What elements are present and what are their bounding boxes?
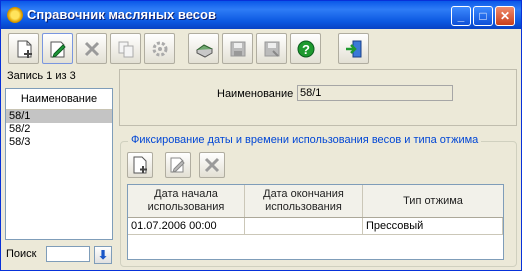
close-button[interactable]: ✕: [495, 6, 515, 26]
list-item[interactable]: 58/1: [6, 110, 112, 123]
print-button[interactable]: [188, 33, 219, 64]
search-input[interactable]: [46, 246, 90, 262]
copy-icon: [118, 41, 134, 58]
new-document-icon: [133, 156, 147, 174]
settings-button[interactable]: [144, 33, 175, 64]
usage-table: Дата начала использования Дата окончания…: [127, 184, 504, 260]
record-status: Запись 1 из 3: [7, 70, 76, 82]
copy-button[interactable]: [110, 33, 141, 64]
edit-icon: [50, 41, 66, 58]
toolbar: ?: [4, 32, 518, 66]
table-cell-start-date[interactable]: 01.07.2006 00:00: [128, 218, 245, 235]
list-header: Наименование: [6, 89, 112, 110]
new-document-icon: [17, 40, 32, 58]
edit-button[interactable]: [42, 33, 73, 64]
save-icon: [230, 41, 246, 57]
delete-icon: [204, 157, 220, 173]
window-title: Справочник масляных весов: [27, 7, 216, 22]
save-all-icon: [264, 41, 280, 57]
search-label: Поиск: [6, 248, 37, 260]
add-usage-button[interactable]: [127, 152, 153, 178]
delete-icon: [84, 41, 100, 57]
column-header-start-date[interactable]: Дата начала использования: [128, 185, 245, 217]
search-down-button[interactable]: ⬇: [94, 246, 112, 264]
svg-text:?: ?: [302, 42, 310, 57]
exit-button[interactable]: [338, 33, 369, 64]
minimize-button[interactable]: _: [451, 6, 471, 26]
save-button[interactable]: [222, 33, 253, 64]
sunflower-app-icon: [7, 7, 23, 23]
delete-usage-button[interactable]: [199, 152, 225, 178]
help-icon: ?: [297, 40, 315, 58]
maximize-button[interactable]: □: [473, 6, 493, 26]
records-list: Наименование 58/1 58/2 58/3: [5, 88, 113, 240]
edit-icon: [170, 157, 185, 173]
print-icon: [196, 44, 213, 58]
list-item[interactable]: 58/3: [6, 136, 112, 149]
name-label: Наименование: [217, 88, 294, 100]
title-bar: Справочник масляных весов _ □ ✕: [1, 1, 521, 29]
name-field[interactable]: 58/1: [297, 85, 453, 101]
new-button[interactable]: [8, 33, 39, 64]
main-window: Справочник масляных весов _ □ ✕ ? Запись…: [0, 0, 522, 271]
arrow-down-icon: ⬇: [97, 248, 109, 262]
save-all-button[interactable]: [256, 33, 287, 64]
exit-icon: [346, 40, 362, 58]
settings-icon: [152, 41, 168, 57]
help-button[interactable]: ?: [290, 33, 321, 64]
table-cell-press-type[interactable]: Прессовый: [363, 218, 503, 235]
delete-button[interactable]: [76, 33, 107, 64]
list-item[interactable]: 58/2: [6, 123, 112, 136]
column-header-end-date[interactable]: Дата окончания использования: [245, 185, 363, 217]
column-header-press-type[interactable]: Тип отжима: [363, 185, 503, 217]
usage-group-title: Фиксирование даты и времени использовани…: [128, 134, 482, 146]
table-header: Дата начала использования Дата окончания…: [128, 185, 503, 218]
table-cell-end-date[interactable]: [245, 218, 363, 235]
edit-usage-button[interactable]: [165, 152, 191, 178]
